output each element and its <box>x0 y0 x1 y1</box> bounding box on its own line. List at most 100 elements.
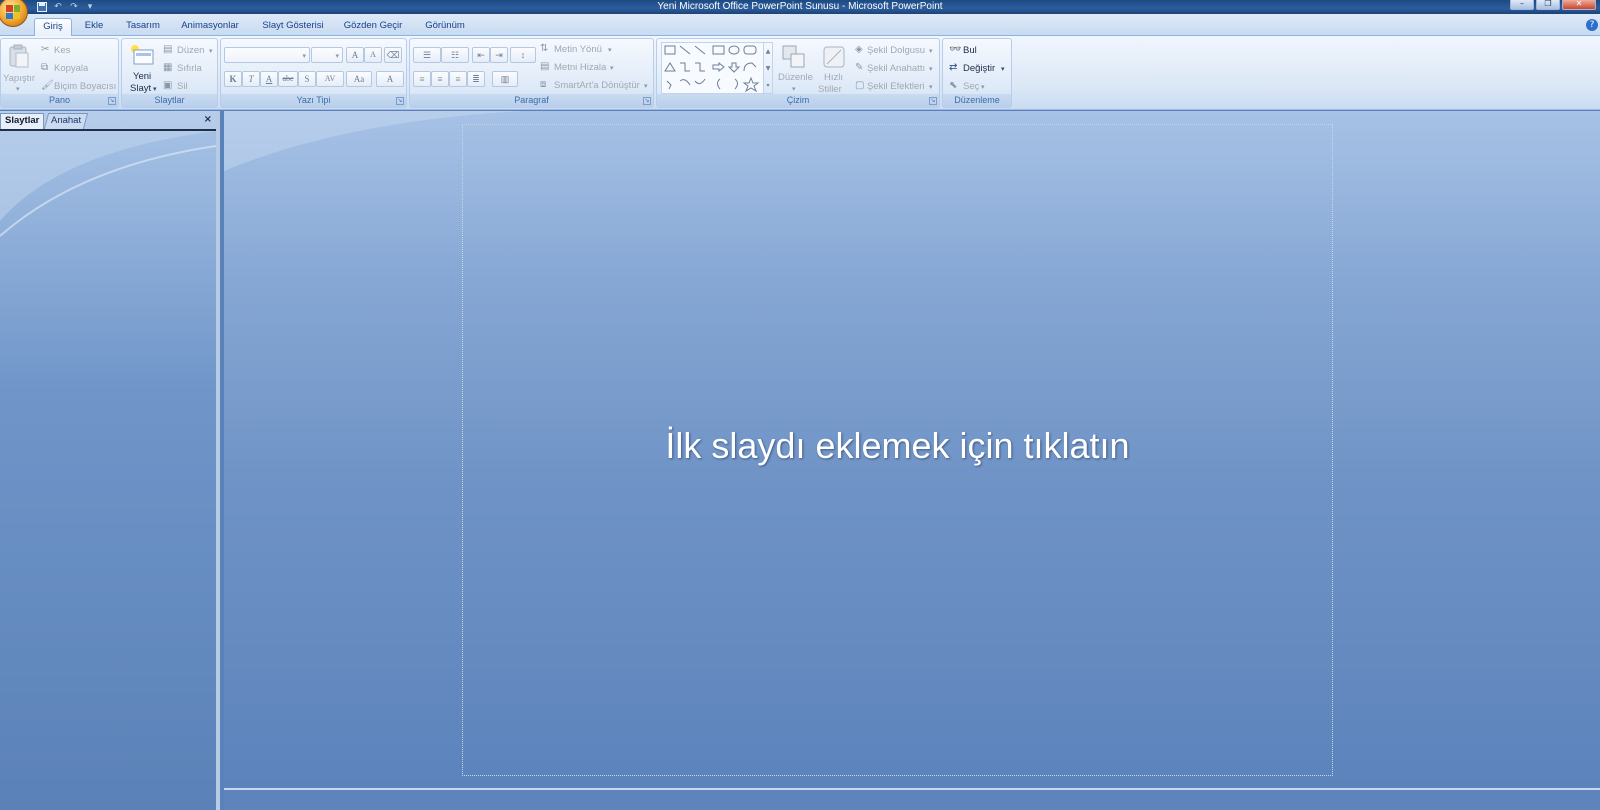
arrange-button[interactable]: Düzenle ▾ <box>777 42 813 94</box>
tab-slayt-gosterisi[interactable]: Slayt Gösterisi <box>258 18 328 36</box>
align-left-icon: ≡ <box>419 74 425 84</box>
bullets-icon: ☰ <box>422 50 432 60</box>
bold-button[interactable]: K <box>224 71 242 87</box>
shadow-button[interactable]: S <box>298 71 316 87</box>
dialog-launcher-icon[interactable]: ↘ <box>643 97 651 105</box>
tab-tasarim[interactable]: Tasarım <box>122 18 164 36</box>
italic-button[interactable]: T <box>242 71 260 87</box>
decrease-indent-icon: ⇤ <box>477 50 485 60</box>
line-spacing-button[interactable]: ↕ <box>510 47 536 63</box>
chevron-down-icon: ▾ <box>16 85 20 93</box>
tab-giris[interactable]: Giriş <box>34 18 72 36</box>
undo-icon[interactable]: ↶ <box>52 1 64 12</box>
shape-outline-icon: ✎ <box>855 62 864 73</box>
columns-button[interactable]: ▥ <box>492 71 518 87</box>
change-case-button[interactable]: Aa <box>346 71 372 87</box>
quick-styles-icon <box>823 46 845 68</box>
convert-smartart-button[interactable]: SmartArt'a Dönüştür <box>554 80 640 91</box>
font-color-icon: A <box>386 74 394 84</box>
add-first-slide-placeholder[interactable]: İlk slaydı eklemek için tıklatın <box>462 124 1333 776</box>
chevron-down-icon: ▾ <box>302 52 306 60</box>
chevron-down-icon: ▾ <box>929 47 933 55</box>
cut-button[interactable]: Kes <box>54 45 70 56</box>
strikethrough-button[interactable]: abc <box>278 71 298 87</box>
shape-outline-button[interactable]: Şekil Anahattı <box>867 63 925 74</box>
group-slaytlar: Yeni Slayt ▾ ▤ Düzen ▾ ▦ Sıfırla ▣ Sil S… <box>121 38 218 108</box>
replace-button[interactable]: Değiştir <box>963 63 995 74</box>
tab-animasyonlar[interactable]: Animasyonlar <box>178 18 242 36</box>
ribbon-tabs: Giriş Ekle Tasarım Animasyonlar Slayt Gö… <box>0 14 1600 36</box>
font-size-combo[interactable]: ▾ <box>311 47 343 63</box>
restore-icon[interactable]: ❐ <box>1536 0 1560 10</box>
reset-button[interactable]: Sıfırla <box>177 63 202 74</box>
help-icon[interactable]: ? <box>1586 19 1598 31</box>
find-button[interactable]: Bul <box>963 45 977 56</box>
redo-icon[interactable]: ↷ <box>68 1 80 12</box>
format-painter-button[interactable]: Biçim Boyacısı <box>54 81 116 92</box>
decrease-indent-button[interactable]: ⇤ <box>472 47 490 63</box>
line-spacing-icon: ↕ <box>520 50 526 60</box>
chevron-down-icon: ▾ <box>608 46 612 54</box>
tab-ekle[interactable]: Ekle <box>80 18 108 36</box>
arrange-icon <box>782 45 805 68</box>
group-pano: Yapıştır ▾ ✂ Kes ⧉ Kopyala 🖌 Biçim Boyac… <box>0 38 119 108</box>
quick-access-toolbar: ↶ ↷ ▾ <box>36 0 96 13</box>
justify-button[interactable]: ≣ <box>467 71 485 87</box>
align-center-button[interactable]: ≡ <box>431 71 449 87</box>
numbering-button[interactable]: ☷ <box>441 47 469 63</box>
paste-button[interactable]: Yapıştır ▾ <box>3 41 35 93</box>
tab-gozden-gecir[interactable]: Gözden Geçir <box>340 18 406 36</box>
scroll-down-icon[interactable]: ▼ <box>764 60 772 77</box>
tab-slaytlar[interactable]: Slaytlar <box>0 113 45 129</box>
tab-gorunum[interactable]: Görünüm <box>420 18 470 36</box>
align-text-button[interactable]: Metni Hizala <box>554 62 606 73</box>
underline-button[interactable]: A <box>260 71 278 87</box>
clear-formatting-button[interactable]: ⌫ <box>384 47 402 63</box>
grow-font-button[interactable]: A <box>346 47 364 63</box>
placeholder-text: İlk slaydı eklemek için tıklatın <box>665 425 1130 466</box>
chevron-down-icon: ▾ <box>981 83 985 91</box>
bullets-button[interactable]: ☰ <box>413 47 441 63</box>
delete-button[interactable]: Sil <box>177 81 188 92</box>
close-icon[interactable]: ✕ <box>1562 0 1596 10</box>
more-icon[interactable]: ▾ <box>764 77 772 94</box>
notes-pane-edge <box>224 788 1600 810</box>
font-color-button[interactable]: A <box>376 71 404 87</box>
tab-anahat[interactable]: Anahat <box>43 113 89 129</box>
numbering-icon: ☷ <box>450 50 460 60</box>
save-icon[interactable] <box>36 1 48 12</box>
font-name-combo[interactable]: ▾ <box>224 47 310 63</box>
select-cursor-icon: ⬉ <box>949 80 958 91</box>
dialog-launcher-icon[interactable]: ↘ <box>396 97 404 105</box>
office-logo-icon <box>6 5 20 19</box>
new-slide-label-1: Yeni <box>133 71 152 82</box>
customize-icon[interactable]: ▾ <box>84 1 96 12</box>
chevron-down-icon: ▾ <box>929 65 933 73</box>
copy-button[interactable]: Kopyala <box>54 63 88 74</box>
select-button[interactable]: Seç <box>963 81 979 92</box>
align-right-button[interactable]: ≡ <box>449 71 467 87</box>
quick-styles-button[interactable]: Hızlı Stiller <box>817 42 851 95</box>
shapes-scroll[interactable]: ▲ ▼ ▾ <box>763 42 773 94</box>
close-icon[interactable]: × <box>204 114 212 125</box>
chevron-down-icon: ▾ <box>792 85 796 93</box>
shrink-font-button[interactable]: A <box>364 47 382 63</box>
dialog-launcher-icon[interactable]: ↘ <box>108 97 116 105</box>
scroll-up-icon[interactable]: ▲ <box>764 43 772 60</box>
layout-button[interactable]: Düzen <box>177 45 204 56</box>
align-left-button[interactable]: ≡ <box>413 71 431 87</box>
group-label-pano: Pano <box>1 94 118 107</box>
new-slide-button[interactable]: Yeni Slayt ▾ <box>125 41 159 94</box>
text-direction-icon: ⇅ <box>540 43 549 54</box>
chevron-down-icon: ▾ <box>335 52 339 60</box>
character-spacing-button[interactable]: AV <box>316 71 344 87</box>
text-direction-button[interactable]: Metin Yönü <box>554 44 602 55</box>
dialog-launcher-icon[interactable]: ↘ <box>929 97 937 105</box>
minimize-icon[interactable]: – <box>1510 0 1534 10</box>
shapes-gallery[interactable] <box>661 42 767 94</box>
increase-indent-button[interactable]: ⇥ <box>490 47 508 63</box>
shape-fill-button[interactable]: Şekil Dolgusu <box>867 45 925 56</box>
chevron-down-icon: ▾ <box>1001 65 1005 73</box>
shape-effects-button[interactable]: Şekil Efektleri <box>867 81 925 92</box>
binoculars-icon: 👓 <box>949 44 962 55</box>
